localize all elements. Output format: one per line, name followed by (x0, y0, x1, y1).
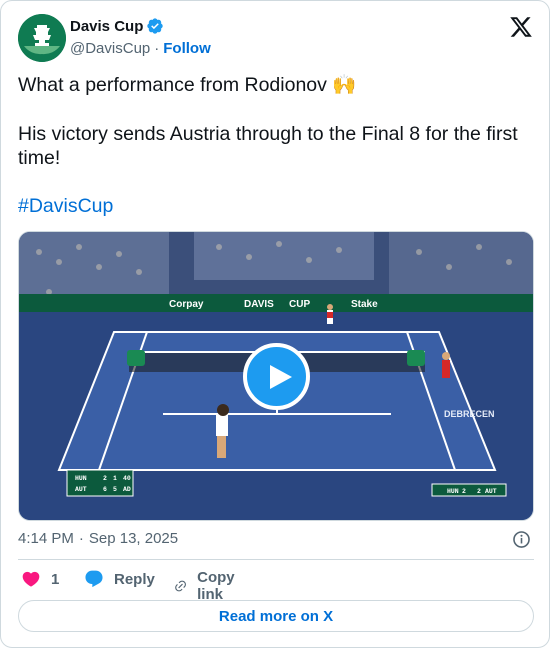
board-cup: CUP (289, 299, 310, 310)
tweet-line-2: His victory sends Austria through to the… (18, 123, 518, 169)
copy-link-label: Copy link (197, 569, 235, 603)
read-more-button[interactable]: Read more on X (18, 600, 534, 632)
avatar[interactable] (18, 14, 66, 62)
play-button[interactable] (243, 343, 310, 410)
follow-button[interactable]: Follow (163, 40, 211, 57)
reply-bubble-icon (85, 570, 103, 588)
board-stake: Stake (351, 299, 378, 310)
venue-text: DEBRECEN (444, 409, 495, 419)
davis-cup-logo-icon (18, 14, 66, 62)
heart-icon (22, 571, 40, 587)
author-name[interactable]: Davis Cup (70, 18, 143, 35)
svg-text:AUT: AUT (75, 486, 87, 493)
divider (18, 559, 534, 560)
video-player[interactable]: Corpay DAVIS CUP Stake DEBRECEN HUN 2 1 … (18, 231, 534, 521)
handle-row: @DavisCup · Follow (70, 40, 211, 57)
tweet-card: Davis Cup @DavisCup · Follow What a perf… (0, 0, 550, 648)
svg-text:AUT: AUT (485, 488, 497, 495)
separator: · (154, 40, 160, 57)
svg-text:2: 2 (477, 488, 481, 495)
svg-text:AD: AD (123, 486, 131, 493)
svg-text:5: 5 (113, 486, 117, 493)
scoreboard-right: HUN 2 2 AUT (431, 483, 507, 497)
svg-text:HUN: HUN (75, 475, 87, 482)
svg-text:1: 1 (113, 475, 117, 482)
tweet-date: Sep 13, 2025 (88, 530, 179, 547)
hashtag-link[interactable]: #DavisCup (18, 194, 113, 218)
tweet-line-1: What a performance from Rodionov 🙌 (18, 74, 357, 96)
player-far (327, 304, 333, 324)
svg-text:2: 2 (103, 475, 107, 482)
svg-text:HUN: HUN (447, 488, 459, 495)
reply-label: Reply (114, 570, 155, 588)
like-count: 1 (51, 570, 60, 588)
x-logo-icon[interactable] (509, 15, 533, 39)
scoreboard-left: HUN 2 1 40 AUT 6 5 AD (66, 469, 134, 497)
timestamp-separator: · (78, 530, 84, 547)
board-corpay: Corpay (169, 299, 204, 310)
tweet-time: 4:14 PM (18, 530, 74, 547)
timestamp[interactable]: 4:14 PM · Sep 13, 2025 (18, 530, 178, 547)
svg-text:2: 2 (462, 488, 466, 495)
play-icon (270, 365, 292, 389)
line-judge (442, 352, 450, 378)
like-button[interactable]: 1 (21, 569, 59, 589)
author-handle[interactable]: @DavisCup (70, 40, 150, 57)
board-davis: DAVIS (244, 299, 274, 310)
link-icon (175, 580, 186, 592)
reply-button[interactable]: Reply (84, 569, 155, 589)
author-name-row: Davis Cup (70, 17, 164, 35)
info-icon[interactable] (512, 530, 531, 549)
copy-link-button[interactable]: Copy link (174, 569, 242, 603)
svg-text:40: 40 (123, 475, 131, 482)
verified-badge-icon (147, 18, 164, 34)
svg-text:6: 6 (103, 486, 107, 493)
